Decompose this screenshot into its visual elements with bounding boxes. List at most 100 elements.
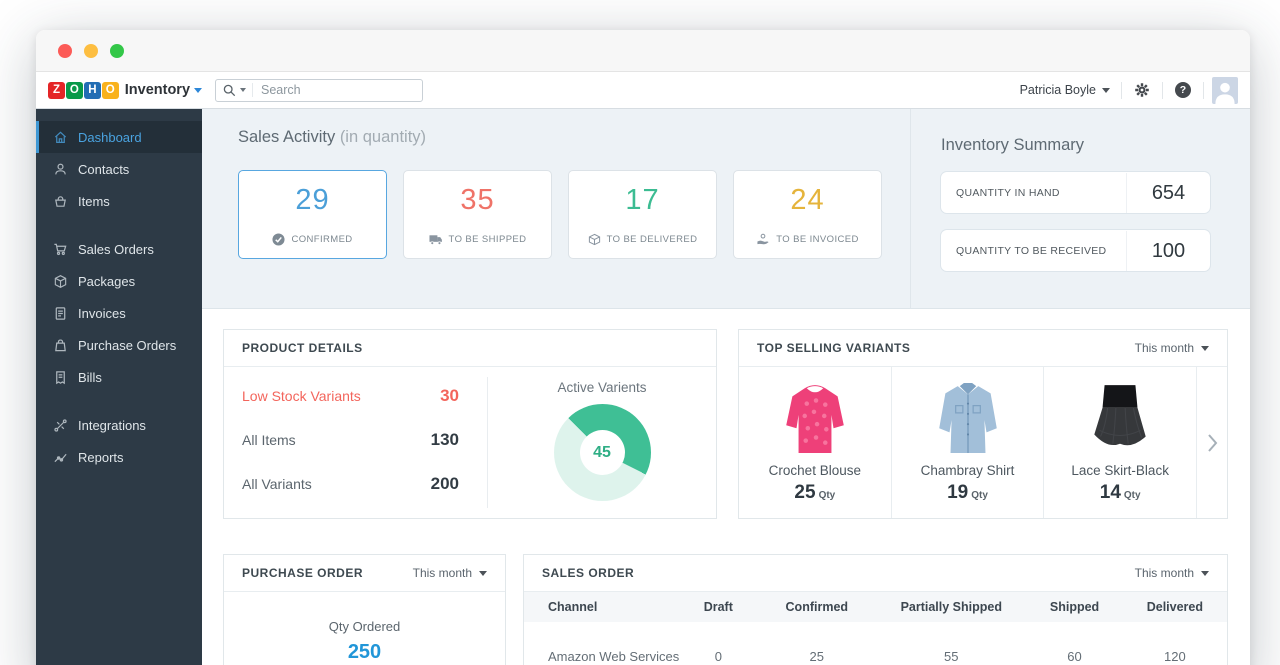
- sales-order-table: Channel Draft Confirmed Partially Shippe…: [524, 592, 1227, 665]
- sales-order-panel: SALES ORDER This month Channel Draft: [523, 554, 1228, 665]
- metric-label: All Variants: [242, 476, 431, 492]
- global-search[interactable]: [215, 79, 423, 102]
- top-selling-item-lace-skirt-black[interactable]: Lace Skirt-Black 14Qty: [1044, 367, 1197, 518]
- lace-skirt-image: [1087, 375, 1153, 455]
- zoho-inventory-logo[interactable]: Z O H O Inventory: [36, 82, 202, 99]
- inventory-summary-section: Inventory Summary QUANTITY IN HAND 654 Q…: [910, 109, 1250, 308]
- sidebar: Dashboard Contacts Items Sales Orders: [36, 109, 202, 665]
- sidebar-item-integrations[interactable]: Integrations: [36, 409, 202, 441]
- qty-unit: Qty: [819, 490, 836, 501]
- invoice-icon: [53, 306, 68, 321]
- header-right: Patricia Boyle ?: [1009, 77, 1238, 104]
- donut-center-value: 45: [554, 404, 651, 501]
- sidebar-item-dashboard[interactable]: Dashboard: [36, 121, 202, 153]
- shopping-bag-icon: [53, 338, 68, 353]
- sidebar-item-packages[interactable]: Packages: [36, 265, 202, 297]
- inventory-summary-label: QUANTITY TO BE RECEIVED: [941, 245, 1126, 257]
- chevron-down-icon: [1201, 346, 1209, 351]
- cell-shipped: 60: [1026, 622, 1122, 665]
- minimize-button[interactable]: [84, 44, 98, 58]
- user-menu[interactable]: Patricia Boyle: [1009, 83, 1121, 97]
- purchase-order-period-dropdown[interactable]: This month: [413, 566, 487, 580]
- product-details-list: Low Stock Variants 30 All Items 130 All …: [224, 367, 487, 518]
- top-selling-period-dropdown[interactable]: This month: [1135, 341, 1209, 355]
- avatar[interactable]: [1212, 77, 1238, 104]
- top-selling-item-chambray-shirt[interactable]: Chambray Shirt 19Qty: [892, 367, 1045, 518]
- cell-confirmed: 25: [757, 622, 876, 665]
- panel-title: TOP SELLING VARIANTS: [757, 341, 910, 355]
- sidebar-item-label: Integrations: [78, 418, 146, 433]
- sidebar-item-label: Contacts: [78, 162, 129, 177]
- chevron-down-icon: [479, 571, 487, 576]
- chambray-shirt-image: [935, 375, 1001, 455]
- divider: [252, 83, 253, 97]
- logo-letter: O: [66, 82, 83, 99]
- search-scope-caret-icon[interactable]: [240, 88, 246, 92]
- chevron-down-icon: [1201, 571, 1209, 576]
- sidebar-item-label: Dashboard: [78, 130, 142, 145]
- sales-order-period-dropdown[interactable]: This month: [1135, 566, 1209, 580]
- card-label: CONFIRMED: [239, 233, 386, 246]
- sidebar-item-items[interactable]: Items: [36, 185, 202, 217]
- help-button[interactable]: ?: [1163, 82, 1203, 98]
- search-input[interactable]: [261, 83, 415, 97]
- variant-name: Chambray Shirt: [921, 463, 1015, 478]
- column-header: Delivered: [1123, 592, 1227, 622]
- integrations-icon: [53, 418, 68, 433]
- purchase-order-panel: PURCHASE ORDER This month Qty Ordered 25…: [223, 554, 506, 665]
- sidebar-item-bills[interactable]: Bills: [36, 361, 202, 393]
- org-switch-caret-icon[interactable]: [194, 88, 202, 93]
- panel-header: TOP SELLING VARIANTS This month: [739, 330, 1227, 367]
- list-item[interactable]: All Variants 200: [242, 462, 487, 506]
- logo-letter: H: [84, 82, 101, 99]
- cart-icon: [53, 242, 68, 257]
- sidebar-item-label: Reports: [78, 450, 124, 465]
- top-selling-body: Crochet Blouse 25Qty: [739, 367, 1227, 518]
- column-header: Partially Shipped: [876, 592, 1026, 622]
- list-item[interactable]: All Items 130: [242, 418, 487, 462]
- chevron-right-icon: [1207, 433, 1218, 453]
- check-circle-icon: [272, 233, 285, 246]
- help-icon: ?: [1175, 82, 1191, 98]
- home-icon: [53, 130, 68, 145]
- sidebar-item-purchase-orders[interactable]: Purchase Orders: [36, 329, 202, 361]
- inventory-summary-value: 100: [1126, 231, 1210, 271]
- sidebar-item-contacts[interactable]: Contacts: [36, 153, 202, 185]
- column-header: Draft: [679, 592, 757, 622]
- window-titlebar: [36, 30, 1250, 72]
- sales-activity-card-confirmed[interactable]: 29 CONFIRMED: [238, 170, 387, 259]
- close-button[interactable]: [58, 44, 72, 58]
- truck-icon: [429, 233, 443, 246]
- sidebar-item-sales-orders[interactable]: Sales Orders: [36, 233, 202, 265]
- top-selling-variants-panel: TOP SELLING VARIANTS This month: [738, 329, 1228, 519]
- maximize-button[interactable]: [110, 44, 124, 58]
- sidebar-item-label: Sales Orders: [78, 242, 154, 257]
- card-label: TO BE DELIVERED: [569, 233, 716, 246]
- sidebar-item-reports[interactable]: Reports: [36, 441, 202, 473]
- table-row[interactable]: Amazon Web Services 0 25 55 60 120: [524, 622, 1227, 665]
- sales-activity-card-to-be-invoiced[interactable]: 24 TO BE INVOICED: [733, 170, 882, 259]
- metric-value: 130: [431, 430, 459, 450]
- column-header: Channel: [524, 592, 679, 622]
- card-label-text: TO BE INVOICED: [776, 234, 859, 245]
- top-selling-item-crochet-blouse[interactable]: Crochet Blouse 25Qty: [739, 367, 892, 518]
- sidebar-item-invoices[interactable]: Invoices: [36, 297, 202, 329]
- inventory-summary-row: QUANTITY TO BE RECEIVED 100: [941, 230, 1210, 271]
- sidebar-group-main: Dashboard Contacts Items: [36, 121, 202, 217]
- list-item[interactable]: Low Stock Variants 30: [242, 374, 487, 418]
- search-icon: [223, 84, 236, 97]
- sidebar-group-tools: Integrations Reports: [36, 409, 202, 473]
- sidebar-item-label: Bills: [78, 370, 102, 385]
- carousel-next-button[interactable]: [1197, 367, 1227, 518]
- inventory-summary-title: Inventory Summary: [941, 136, 1210, 155]
- product-details-body: Low Stock Variants 30 All Items 130 All …: [224, 367, 716, 518]
- sales-activity-card-to-be-shipped[interactable]: 35 TO BE SHIPPED: [403, 170, 552, 259]
- app-body: Dashboard Contacts Items Sales Orders: [36, 109, 1250, 665]
- box-icon: [588, 233, 601, 246]
- table-header: Channel Draft Confirmed Partially Shippe…: [524, 592, 1227, 622]
- items-basket-icon: [53, 194, 68, 209]
- settings-button[interactable]: [1122, 82, 1162, 98]
- sales-activity-title-text: Sales Activity: [238, 128, 335, 146]
- sales-activity-card-to-be-delivered[interactable]: 17 TO BE DELIVERED: [568, 170, 717, 259]
- reports-icon: [53, 450, 68, 465]
